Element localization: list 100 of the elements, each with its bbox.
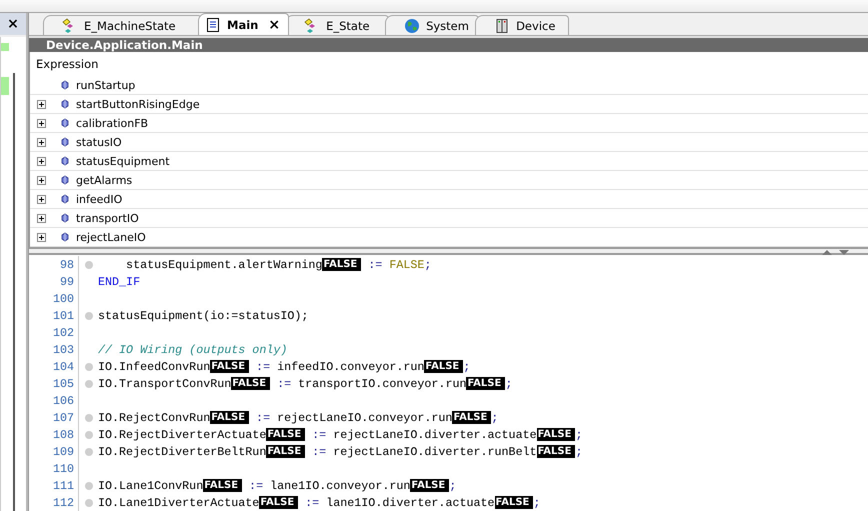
operator: := — [311, 444, 328, 458]
operator: ; — [575, 428, 582, 442]
selection-highlight — [1, 77, 9, 95]
code-comment: // IO Wiring (outputs only) — [98, 342, 288, 356]
variable-icon — [60, 156, 70, 166]
live-value: FALSE — [536, 428, 576, 441]
expression-name[interactable]: getAlarms — [76, 174, 132, 187]
operator: := — [367, 258, 384, 272]
expression-name[interactable]: runStartup — [76, 78, 136, 92]
code-text: IO.RejectDiverterBeltRun — [98, 444, 266, 458]
breakpoint-dot[interactable] — [84, 448, 92, 456]
expand-icon[interactable] — [36, 156, 46, 166]
expression-name[interactable]: startButtonRisingEdge — [76, 98, 200, 111]
code-text: IO.RejectDiverterActuate — [98, 428, 266, 442]
live-value: FALSE — [410, 479, 450, 492]
live-value: FALSE — [266, 445, 306, 458]
column-header: Expression — [36, 57, 98, 72]
variable-icon — [60, 137, 70, 148]
expression-name[interactable]: rejectLaneIO — [76, 230, 146, 244]
editor-tab[interactable]: E_MachineState — [43, 15, 202, 35]
line-number: 102 — [52, 326, 75, 340]
operator: := — [255, 360, 272, 374]
line-number: 99 — [58, 274, 75, 288]
live-value: FALSE — [466, 377, 506, 390]
line-number: 104 — [52, 360, 75, 374]
breakpoint-dot[interactable] — [84, 260, 92, 268]
code-text: IO.RejectConvRun — [98, 410, 210, 424]
line-number: 109 — [52, 444, 75, 458]
code-text: statusEquipment.alertWarning — [125, 258, 322, 272]
expand-icon[interactable] — [36, 214, 46, 223]
live-value: FALSE — [536, 445, 576, 458]
expand-icon[interactable] — [36, 138, 46, 147]
variable-icon — [60, 194, 70, 204]
expression-name[interactable]: statusEquipment — [76, 154, 170, 168]
code-text: rejectLaneIO.diverter.runBelt — [333, 444, 537, 458]
breakpoint-dot[interactable] — [84, 362, 92, 370]
breakpoint-dot[interactable] — [84, 414, 92, 422]
keyword: END_IF — [98, 274, 140, 288]
expand-icon[interactable] — [36, 176, 46, 185]
code-text: rejectLaneIO.diverter.actuate — [333, 428, 537, 442]
line-number: 101 — [52, 308, 75, 322]
live-value: FALSE — [424, 360, 464, 373]
live-value: FALSE — [210, 360, 250, 373]
code-text: rejectLaneIO.conveyor.run — [277, 410, 452, 424]
operator: ; — [575, 444, 582, 458]
expression-name[interactable]: calibrationFB — [76, 116, 148, 130]
editor-tab[interactable]: Device — [475, 15, 570, 35]
breakpoint-dot[interactable] — [84, 380, 92, 388]
line-number: 98 — [58, 258, 75, 272]
live-value: FALSE — [266, 428, 306, 441]
splitter[interactable] — [29, 247, 868, 255]
expression-name[interactable]: infeedIO — [76, 192, 122, 206]
code-text: infeedIO.conveyor.run — [277, 360, 424, 374]
line-number: 106 — [52, 394, 75, 408]
line-number: 103 — [52, 342, 75, 356]
code-text: IO.Lane1DiverterActuate — [98, 496, 260, 510]
live-value: FALSE — [322, 258, 362, 271]
live-value: FALSE — [210, 411, 250, 424]
code-text: IO.TransportConvRun — [98, 376, 232, 390]
operator: ; — [533, 496, 540, 510]
operator: ; — [463, 360, 470, 374]
expression-name[interactable]: statusIO — [76, 136, 122, 149]
expand-icon[interactable] — [36, 232, 46, 242]
operator: ; — [505, 376, 512, 390]
code-text: statusEquipment(io:=statusIO); — [98, 308, 308, 322]
editor-tab[interactable]: Main × — [198, 13, 290, 35]
variable-icon — [60, 232, 70, 242]
line-number: 112 — [52, 496, 75, 510]
code-text: IO.Lane1ConvRun — [98, 478, 204, 492]
editor-tab[interactable]: System — [385, 15, 480, 35]
line-number: 108 — [52, 428, 75, 442]
code-text: IO.InfeedConvRun — [98, 360, 210, 374]
breakpoint-dot[interactable] — [84, 430, 92, 438]
line-number: 105 — [52, 376, 75, 390]
scrollbar[interactable] — [13, 73, 15, 511]
operator: := — [248, 478, 264, 492]
operator: ; — [449, 478, 456, 492]
breakpoint-dot[interactable] — [84, 312, 92, 320]
variable-icon — [60, 213, 70, 224]
expand-icon[interactable] — [36, 100, 46, 109]
line-number: 107 — [52, 410, 75, 424]
line-number: 111 — [52, 478, 75, 492]
operator: ; — [491, 410, 498, 424]
operator: := — [255, 410, 272, 424]
variable-icon — [60, 99, 70, 110]
operator: := — [276, 376, 292, 390]
code-text: lane1IO.conveyor.run — [270, 478, 410, 492]
editor-title: Device.Application.Main — [46, 38, 203, 52]
variable-icon — [60, 175, 70, 186]
breakpoint-dot[interactable] — [84, 498, 92, 506]
variable-icon — [60, 118, 70, 128]
code-text: lane1IO.diverter.actuate — [326, 496, 495, 510]
close-icon[interactable]: × — [268, 16, 280, 32]
operator: := — [304, 496, 320, 510]
scroll-arrows-icon[interactable] — [822, 248, 850, 256]
breakpoint-dot[interactable] — [84, 482, 92, 490]
expand-icon[interactable] — [36, 118, 46, 128]
selection-highlight — [1, 43, 9, 51]
expression-name[interactable]: transportIO — [76, 212, 139, 225]
expand-icon[interactable] — [36, 194, 46, 204]
